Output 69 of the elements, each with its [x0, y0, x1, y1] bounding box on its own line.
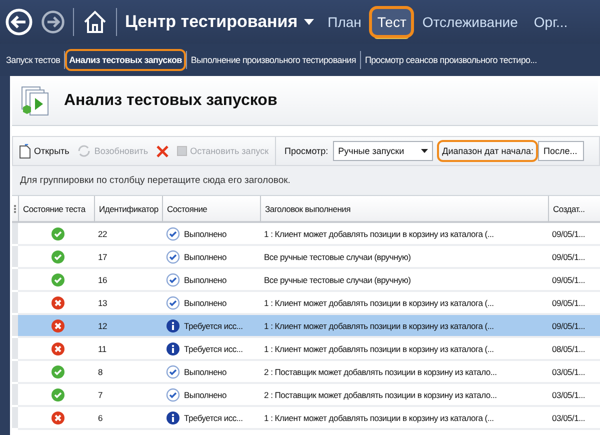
success-check-icon: [51, 226, 65, 240]
error-icon: [51, 318, 65, 332]
row-header[interactable]: [12, 407, 18, 430]
refresh-arrows-icon: [77, 145, 92, 157]
state-text: Выполнено: [184, 252, 226, 262]
error-icon: [51, 342, 65, 356]
error-icon: [51, 410, 65, 424]
nav-tab[interactable]: План: [322, 8, 368, 36]
error-icon: [51, 296, 65, 310]
state-text: Выполнено: [184, 366, 226, 376]
row-header[interactable]: [12, 223, 18, 246]
state-text: Выполнено: [184, 228, 226, 238]
sub-tab[interactable]: Анализ тестовых запусков: [65, 49, 186, 71]
success-check-icon: [51, 272, 65, 286]
table-cell: 12: [94, 315, 162, 338]
check-circle-icon: [166, 250, 180, 264]
state-text: Выполнено: [184, 274, 226, 284]
table-cell: 09/05/1...: [548, 315, 600, 338]
nav-tab[interactable]: Тест: [371, 8, 412, 36]
check-circle-icon: [166, 364, 180, 378]
sub-tab[interactable]: Просмотр сеансов произвольного тестиро...: [360, 49, 541, 71]
success-check-icon: [51, 364, 65, 378]
toolbar-button[interactable]: Открыть: [17, 144, 72, 158]
nav-tab[interactable]: Орг...: [528, 8, 574, 36]
home-icon[interactable]: [82, 9, 108, 35]
row-header[interactable]: [12, 361, 18, 384]
table-cell: 1 : Клиент может добавлять позиции в корзину из каталога (...: [260, 315, 548, 338]
state-text: Требуется исс...: [184, 412, 243, 422]
caret-icon: [421, 149, 428, 153]
info-icon: [166, 318, 180, 332]
info-icon: [166, 410, 180, 424]
delete-x-icon: [156, 144, 170, 158]
view-label: Просмотр:: [284, 145, 330, 158]
column-header[interactable]: Идентификатор: [94, 196, 162, 223]
row-header[interactable]: [12, 315, 18, 338]
state-text: Выполнено: [184, 390, 226, 400]
row-header[interactable]: [12, 338, 18, 361]
check-circle-icon: [166, 226, 180, 240]
sub-tab[interactable]: Запуск тестов: [2, 49, 64, 71]
view-dropdown[interactable]: Ручные запуски: [333, 141, 434, 161]
row-header[interactable]: [12, 269, 18, 292]
row-header[interactable]: [12, 292, 18, 315]
column-header[interactable]: Состояние теста: [18, 196, 94, 223]
date-range-dropdown[interactable]: После...: [538, 141, 584, 161]
test-runs-icon: [20, 84, 50, 116]
state-text: Требуется исс...: [184, 344, 243, 354]
hub-title[interactable]: Центр тестирования: [125, 12, 298, 32]
column-header[interactable]: Создат...: [548, 196, 600, 223]
state-text: Требуется исс...: [184, 320, 243, 330]
row-header[interactable]: [12, 246, 18, 269]
check-circle-icon: [166, 388, 180, 402]
group-hint: Для группировки по столбцу перетащите сюда его заголовок.: [12, 166, 600, 196]
date-range-label: Диапазон дат начала:: [437, 140, 538, 162]
column-header[interactable]: Состояние: [162, 196, 260, 223]
stop-square-icon: [177, 146, 188, 156]
info-icon: [166, 342, 180, 356]
nav-tab[interactable]: Отслеживание: [416, 8, 524, 36]
success-check-icon: [51, 250, 65, 264]
column-header[interactable]: Заголовок выполнения: [260, 196, 548, 223]
page-title: Анализ тестовых запусков: [64, 92, 278, 110]
check-circle-icon: [166, 296, 180, 310]
check-circle-icon: [166, 272, 180, 286]
delete-button[interactable]: [154, 144, 172, 158]
state-text: Выполнено: [184, 298, 226, 308]
caret-icon[interactable]: [304, 19, 314, 25]
document-icon: [19, 144, 31, 158]
sub-tab[interactable]: Выполнение произвольного тестирования: [186, 49, 360, 71]
success-check-icon: [51, 388, 65, 402]
row-header[interactable]: [12, 384, 18, 407]
